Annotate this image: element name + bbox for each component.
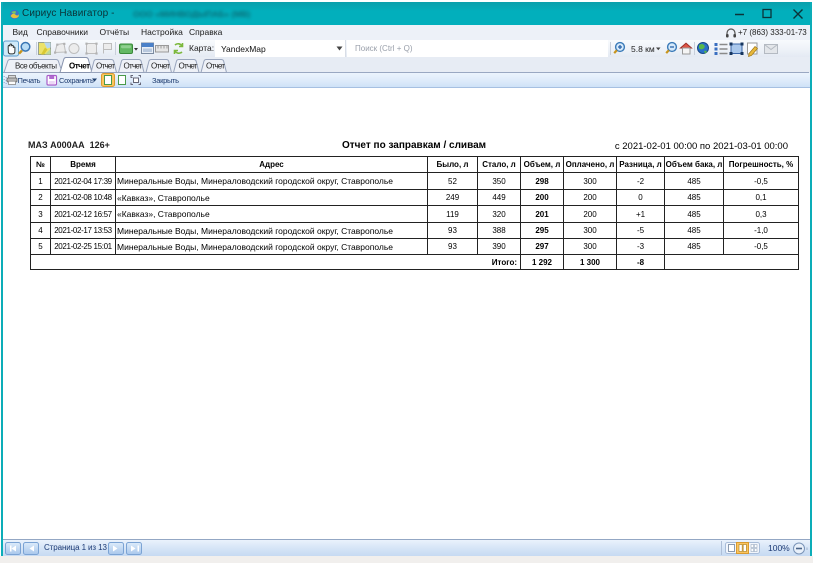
svg-text:Отчет: Отчет (151, 62, 170, 71)
svg-text:Отчет: Отчет (206, 62, 225, 71)
svg-text:Все объекты: Все объекты (15, 62, 57, 71)
svg-text:Отчет: Отчет (179, 62, 198, 71)
svg-text:Отчет: Отчет (69, 62, 90, 71)
svg-text:Отчет: Отчет (124, 62, 143, 71)
svg-text:Отчет: Отчет (96, 62, 115, 71)
